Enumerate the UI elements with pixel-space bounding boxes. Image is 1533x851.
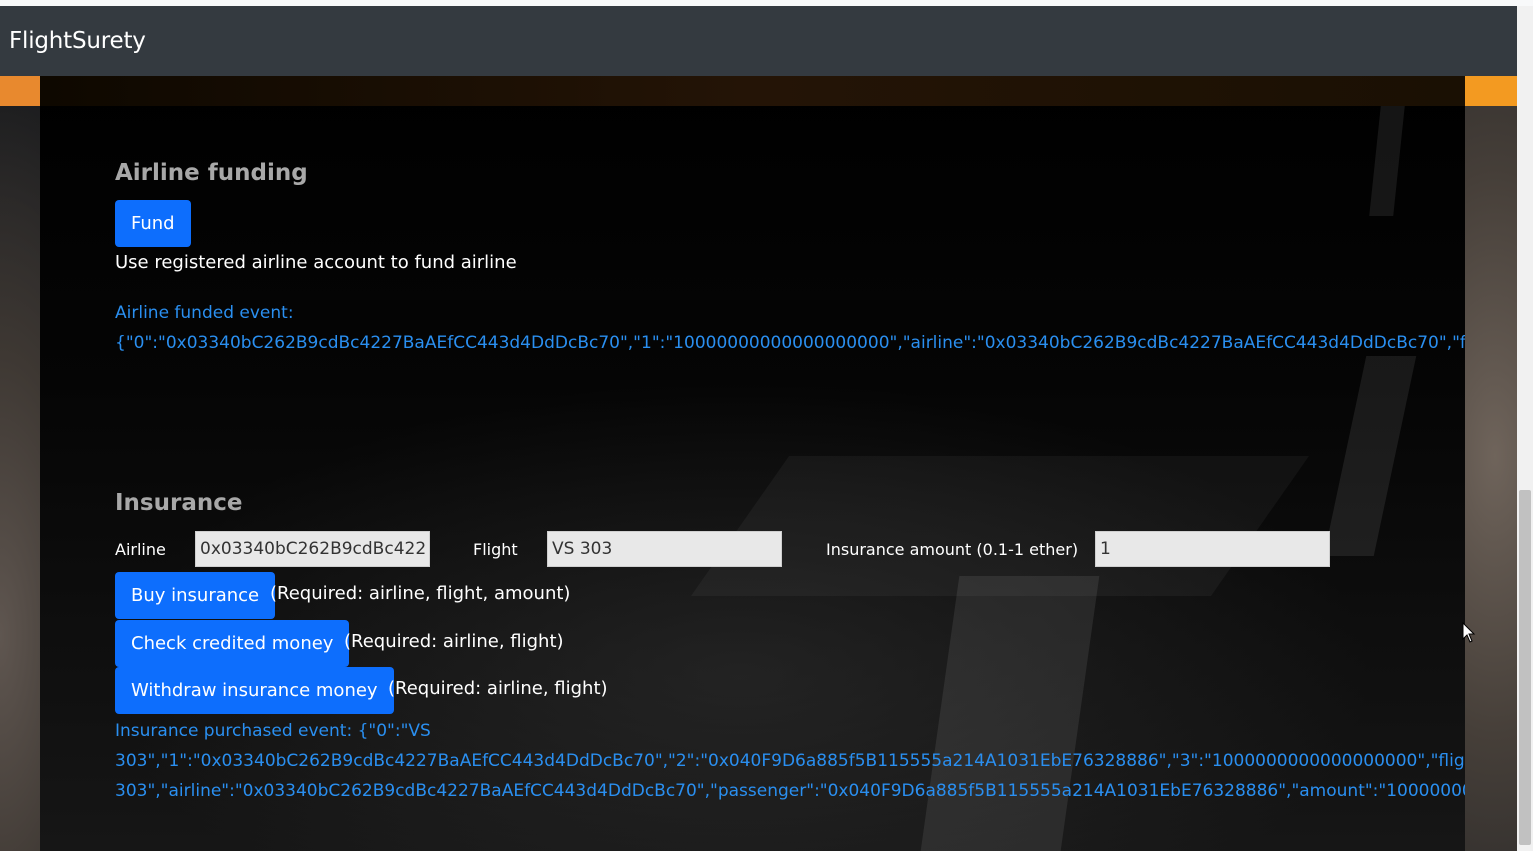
brand-title[interactable]: FlightSurety (9, 28, 146, 54)
insurance-purchased-event-line-2: 303","1":"0x03340bC262B9cdBc4227BaAEfCC4… (115, 751, 1465, 771)
insurance-amount-label: Insurance amount (0.1-1 ether) (826, 540, 1079, 559)
airline-funded-event-json: {"0":"0x03340bC262B9cdBc4227BaAEfCC443d4… (115, 333, 1465, 353)
withdraw-insurance-money-button[interactable]: Withdraw insurance money (115, 667, 394, 714)
main-panel: Airline funding Fund Use registered airl… (40, 76, 1465, 851)
airline-funding-heading: Airline funding (115, 160, 308, 186)
mouse-cursor-icon (1462, 622, 1476, 643)
panel-top-strip (40, 76, 1465, 106)
road-marking (690, 456, 1310, 596)
road-marking (1369, 106, 1405, 216)
buy-insurance-button[interactable]: Buy insurance (115, 572, 276, 619)
airline-input[interactable] (195, 531, 430, 567)
scrollbar-thumb[interactable] (1519, 490, 1531, 845)
fund-button[interactable]: Fund (115, 200, 191, 247)
check-credited-required-text: (Required: airline, flight) (344, 631, 564, 652)
withdraw-required-text: (Required: airline, flight) (388, 678, 608, 699)
page-scrollbar[interactable] (1517, 6, 1533, 851)
check-credited-money-button[interactable]: Check credited money (115, 620, 350, 667)
insurance-purchased-event-line-3: 303","airline":"0x03340bC262B9cdBc4227Ba… (115, 781, 1465, 801)
fund-hint-text: Use registered airline account to fund a… (115, 252, 517, 273)
insurance-heading: Insurance (115, 490, 243, 516)
buy-insurance-required-text: (Required: airline, flight, amount) (270, 583, 571, 604)
background-orange-right (1465, 76, 1517, 106)
background-orange-left (0, 76, 40, 106)
flight-input[interactable] (547, 531, 782, 567)
navbar: FlightSurety (0, 6, 1517, 76)
airline-label: Airline (115, 540, 166, 559)
insurance-amount-input[interactable] (1095, 531, 1330, 567)
flight-label: Flight (473, 540, 518, 559)
insurance-purchased-event-line-1: Insurance purchased event: {"0":"VS (115, 721, 431, 741)
airline-funded-event-label: Airline funded event: (115, 303, 294, 323)
road-marking (920, 576, 1100, 851)
road-marking (1323, 356, 1417, 556)
